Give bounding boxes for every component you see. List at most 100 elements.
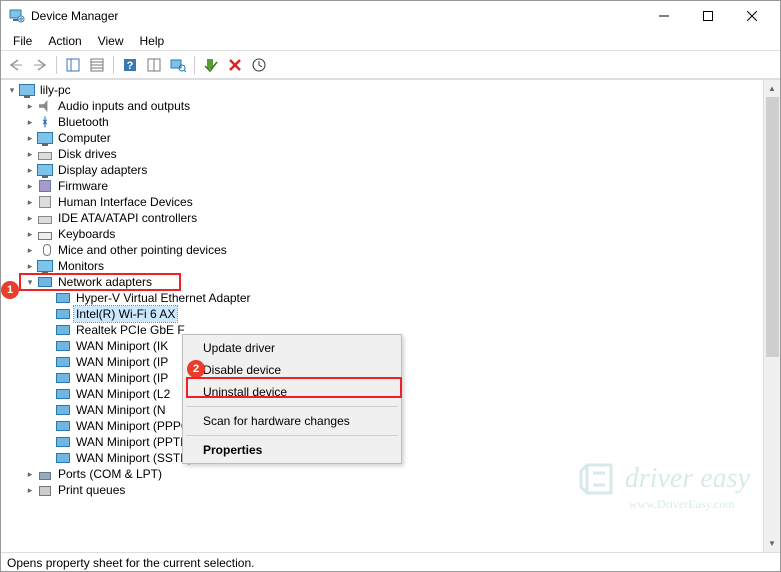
collapse-icon[interactable]: ▾	[5, 82, 19, 98]
statusbar-text: Opens property sheet for the current sel…	[7, 556, 254, 570]
tree-category[interactable]: ▸ Ports (COM & LPT)	[5, 466, 780, 482]
expand-icon[interactable]: ▸	[23, 130, 37, 146]
scan-hardware-button[interactable]	[167, 54, 189, 76]
scroll-down-icon[interactable]: ▼	[764, 535, 780, 552]
titlebar: Device Manager	[1, 1, 780, 31]
tree-category-label: Firmware	[56, 178, 110, 194]
context-menu-disable-device[interactable]: Disable device	[185, 359, 399, 381]
computer-icon	[37, 130, 53, 146]
expand-icon[interactable]: ▸	[23, 114, 37, 130]
context-menu-uninstall-device[interactable]: Uninstall device	[185, 381, 399, 403]
port-icon	[37, 466, 53, 482]
tree-category[interactable]: ▸Computer	[5, 130, 780, 146]
expand-icon[interactable]: ▸	[23, 146, 37, 162]
menu-help[interactable]: Help	[132, 32, 173, 50]
context-menu-scan-hardware[interactable]: Scan for hardware changes	[185, 410, 399, 432]
maximize-button[interactable]	[686, 2, 730, 30]
tree-device[interactable]: Hyper-V Virtual Ethernet Adapter	[5, 290, 780, 306]
menu-action[interactable]: Action	[40, 32, 89, 50]
enable-device-button[interactable]	[200, 54, 222, 76]
monitor-icon	[37, 258, 53, 274]
tree-device-label: WAN Miniport (SSTP)	[74, 450, 194, 466]
expand-icon[interactable]: ▸	[23, 178, 37, 194]
hid-icon	[37, 194, 53, 210]
expand-icon[interactable]: ▸	[23, 98, 37, 114]
update-driver-button[interactable]	[248, 54, 270, 76]
tree-category-label: Disk drives	[56, 146, 119, 162]
network-adapter-icon	[55, 354, 71, 370]
tree-device-label: WAN Miniport (L2	[74, 386, 172, 402]
tree-category-network[interactable]: ▾Network adapters	[5, 274, 780, 290]
expand-icon[interactable]: ▸	[23, 226, 37, 242]
display-icon	[37, 162, 53, 178]
properties-button[interactable]	[86, 54, 108, 76]
expand-icon[interactable]: ▸	[23, 466, 37, 482]
tree-device-label: WAN Miniport (IK	[74, 338, 170, 354]
forward-button[interactable]	[29, 54, 51, 76]
tree-category[interactable]: ▸Keyboards	[5, 226, 780, 242]
vertical-scrollbar[interactable]: ▲ ▼	[763, 80, 780, 552]
minimize-button[interactable]	[642, 2, 686, 30]
menu-view[interactable]: View	[90, 32, 132, 50]
svg-text:?: ?	[127, 60, 134, 72]
tree-list-button[interactable]	[143, 54, 165, 76]
tree-category[interactable]: ▸ Disk drives	[5, 146, 780, 162]
expand-icon[interactable]: ▸	[23, 162, 37, 178]
expand-icon[interactable]: ▸	[23, 194, 37, 210]
close-button[interactable]	[730, 2, 774, 30]
help-button[interactable]: ?	[119, 54, 141, 76]
tree-category[interactable]: ▸ Mice and other pointing devices	[5, 242, 780, 258]
network-adapter-icon	[55, 402, 71, 418]
tree-device-label: Hyper-V Virtual Ethernet Adapter	[74, 290, 253, 306]
content-area: ▾ lily-pc ▸Audio inputs and outputs ▸ᚼBl…	[1, 79, 780, 552]
tree-category[interactable]: ▸ᚼBluetooth	[5, 114, 780, 130]
tree-device-label: WAN Miniport (IP	[74, 354, 170, 370]
context-menu-separator	[186, 406, 398, 407]
ide-icon	[37, 210, 53, 226]
expand-icon[interactable]: ▸	[23, 258, 37, 274]
tree-category[interactable]: ▸ Firmware	[5, 178, 780, 194]
tree-device-selected[interactable]: Intel(R) Wi-Fi 6 AX	[5, 306, 780, 322]
tree-category[interactable]: ▸Audio inputs and outputs	[5, 98, 780, 114]
tree-category[interactable]: ▸Human Interface Devices	[5, 194, 780, 210]
toolbar: ?	[1, 51, 780, 79]
network-adapter-icon	[55, 306, 71, 322]
tree-category[interactable]: ▸ Print queues	[5, 482, 780, 498]
bluetooth-icon: ᚼ	[37, 114, 53, 130]
expand-icon[interactable]: ▸	[23, 482, 37, 498]
tree-root[interactable]: ▾ lily-pc	[5, 82, 780, 98]
tree-category-label: Ports (COM & LPT)	[56, 466, 164, 482]
network-adapter-icon	[55, 370, 71, 386]
tree-device-label: Intel(R) Wi-Fi 6 AX	[74, 306, 177, 322]
scroll-thumb[interactable]	[766, 97, 779, 357]
network-adapter-icon	[55, 450, 71, 466]
network-icon	[37, 274, 53, 290]
network-adapter-icon	[55, 418, 71, 434]
tree-root-label: lily-pc	[38, 82, 73, 98]
tree-device-label: Realtek PCIe GbE F	[74, 322, 187, 338]
toolbar-separator	[56, 56, 57, 74]
tree-category-label: Display adapters	[56, 162, 149, 178]
uninstall-device-button[interactable]	[224, 54, 246, 76]
tree-category[interactable]: ▸Monitors	[5, 258, 780, 274]
tree-category[interactable]: ▸ Display adapters	[5, 162, 780, 178]
context-menu-properties[interactable]: Properties	[185, 439, 399, 461]
tree-category-label: Print queues	[56, 482, 127, 498]
app-icon	[9, 8, 25, 24]
toolbar-separator	[194, 56, 195, 74]
context-menu-separator	[186, 435, 398, 436]
collapse-icon[interactable]: ▾	[23, 274, 37, 290]
expand-icon[interactable]: ▸	[23, 210, 37, 226]
tree-device-label: WAN Miniport (N	[74, 402, 168, 418]
scroll-up-icon[interactable]: ▲	[764, 80, 780, 97]
menu-file[interactable]: File	[5, 32, 40, 50]
window-controls	[642, 2, 774, 30]
statusbar: Opens property sheet for the current sel…	[1, 552, 780, 572]
tree-category[interactable]: ▸IDE ATA/ATAPI controllers	[5, 210, 780, 226]
show-hide-console-button[interactable]	[62, 54, 84, 76]
context-menu-update-driver[interactable]: Update driver	[185, 337, 399, 359]
sound-icon	[37, 98, 53, 114]
tree-category-label: Mice and other pointing devices	[56, 242, 229, 258]
back-button[interactable]	[5, 54, 27, 76]
expand-icon[interactable]: ▸	[23, 242, 37, 258]
